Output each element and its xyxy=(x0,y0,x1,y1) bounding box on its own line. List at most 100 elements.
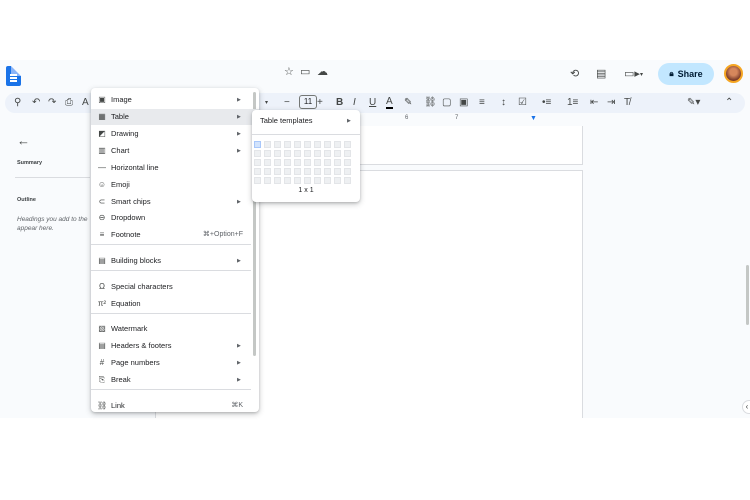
highlight-icon[interactable]: ✎ xyxy=(404,96,412,110)
table-grid-cell[interactable] xyxy=(314,168,321,175)
menu-item-footnote[interactable]: ≡ Footnote ⌘+Option+F xyxy=(91,227,259,243)
table-grid-cell[interactable] xyxy=(274,159,281,166)
menu-item-smart-chips[interactable]: ⊂ Smart chips ▶ xyxy=(91,194,259,210)
table-grid-cell[interactable] xyxy=(304,150,311,157)
collapse-icon[interactable]: ⌃ xyxy=(725,96,733,110)
menu-item-horizontal-line[interactable]: — Horizontal line xyxy=(91,160,259,176)
table-grid-cell[interactable] xyxy=(334,159,341,166)
table-grid-cell[interactable] xyxy=(284,141,291,148)
table-grid-cell[interactable] xyxy=(334,177,341,184)
menu-item-emoji[interactable]: ☺ Emoji xyxy=(91,177,259,193)
back-arrow-icon[interactable]: ← xyxy=(17,133,30,148)
table-grid-cell[interactable] xyxy=(274,168,281,175)
table-grid-cell[interactable] xyxy=(294,177,301,184)
align-icon[interactable]: ≡ xyxy=(479,96,485,110)
table-grid-cell[interactable] xyxy=(264,168,271,175)
table-grid-cell[interactable] xyxy=(254,159,261,166)
menu-item-break[interactable]: ⎘ Break ▶ xyxy=(91,372,259,388)
video-call-dropdown-icon[interactable]: ▾ xyxy=(640,68,643,82)
italic-icon[interactable]: I xyxy=(353,96,356,110)
table-grid-cell[interactable] xyxy=(304,177,311,184)
scrollbar[interactable] xyxy=(746,265,749,325)
bullet-list-icon[interactable]: •≡ xyxy=(542,96,551,110)
table-grid-cell[interactable] xyxy=(304,159,311,166)
menu-item-dropdown[interactable]: ⊖ Dropdown xyxy=(91,210,259,226)
table-grid-cell[interactable] xyxy=(324,141,331,148)
table-grid-cell[interactable] xyxy=(344,177,351,184)
table-grid-cell[interactable] xyxy=(294,141,301,148)
menu-item-link[interactable]: ⛓ Link ⌘K xyxy=(91,398,259,412)
table-grid-cell[interactable] xyxy=(304,141,311,148)
table-grid-cell[interactable] xyxy=(344,150,351,157)
menu-item-page-numbers[interactable]: # Page numbers ▶ xyxy=(91,355,259,371)
table-grid-cell[interactable] xyxy=(344,141,351,148)
table-grid-cell[interactable] xyxy=(294,168,301,175)
line-spacing-icon[interactable]: ↕ xyxy=(501,96,506,110)
side-panel-toggle-icon[interactable]: ‹ xyxy=(742,400,750,414)
font-size-input[interactable]: 11 xyxy=(299,95,317,109)
menu-item-drawing[interactable]: ◩ Drawing ▶ xyxy=(91,126,259,142)
table-grid-cell[interactable] xyxy=(324,168,331,175)
search-icon[interactable]: ⚲ xyxy=(14,96,21,110)
comment-icon[interactable]: ▤ xyxy=(596,67,606,81)
redo-icon[interactable]: ↷ xyxy=(48,96,56,110)
menu-item-watermark[interactable]: ▧ Watermark xyxy=(91,321,259,337)
table-grid-cell[interactable] xyxy=(274,177,281,184)
table-grid-cell[interactable] xyxy=(334,150,341,157)
decrease-indent-icon[interactable]: ⇤ xyxy=(590,96,598,110)
table-grid-cell[interactable] xyxy=(284,168,291,175)
table-grid-cell[interactable] xyxy=(254,168,261,175)
table-grid-cell[interactable] xyxy=(264,177,271,184)
table-grid-cell[interactable] xyxy=(284,150,291,157)
video-call-icon[interactable]: ▭▸ xyxy=(624,67,640,81)
table-grid-cell[interactable] xyxy=(294,159,301,166)
table-grid-cell[interactable] xyxy=(344,168,351,175)
table-grid-cell[interactable] xyxy=(254,177,261,184)
decrease-font-icon[interactable]: − xyxy=(284,96,290,110)
table-grid-cell[interactable] xyxy=(334,168,341,175)
cloud-saved-icon[interactable]: ☁ xyxy=(317,65,328,79)
table-grid-cell[interactable] xyxy=(274,150,281,157)
checklist-icon[interactable]: ☑ xyxy=(518,96,527,110)
table-grid-cell[interactable] xyxy=(314,177,321,184)
menu-item-image[interactable]: ▣ Image ▶ xyxy=(91,92,259,108)
text-color-icon[interactable]: A xyxy=(386,96,393,109)
table-grid-cell[interactable] xyxy=(314,141,321,148)
menu-item-building-blocks[interactable]: ▤ Building blocks ▶ xyxy=(91,253,259,269)
comment-add-icon[interactable]: ▢ xyxy=(442,96,451,110)
table-grid-cell[interactable] xyxy=(274,141,281,148)
menu-item-special-characters[interactable]: Ω Special characters xyxy=(91,279,259,295)
docs-logo[interactable] xyxy=(6,66,21,86)
link-icon[interactable]: ⛓ xyxy=(424,96,437,110)
history-icon[interactable]: ⟲ xyxy=(570,67,579,81)
menu-item-headers-footers[interactable]: ▤ Headers & footers ▶ xyxy=(91,338,259,354)
image-icon[interactable]: ▣ xyxy=(459,96,468,110)
avatar[interactable] xyxy=(724,64,743,83)
increase-indent-icon[interactable]: ⇥ xyxy=(607,96,615,110)
menu-item-chart[interactable]: ▥ Chart ▶ xyxy=(91,143,259,159)
table-grid-cell[interactable] xyxy=(264,141,271,148)
print-icon[interactable]: ⎙ xyxy=(65,96,73,110)
increase-font-icon[interactable]: + xyxy=(317,96,323,110)
menu-item-table[interactable]: ▦ Table ▶ xyxy=(91,109,259,125)
font-dropdown-icon[interactable]: ▾ xyxy=(265,96,268,110)
edit-mode-icon[interactable]: ✎▾ xyxy=(687,96,700,110)
share-button[interactable]: 🔒︎ Share xyxy=(658,63,714,85)
table-templates-item[interactable]: Table templates xyxy=(260,115,313,127)
move-folder-icon[interactable]: ▭ xyxy=(300,65,310,79)
table-grid-cell[interactable] xyxy=(304,168,311,175)
table-grid-cell[interactable] xyxy=(314,159,321,166)
spellcheck-icon[interactable]: A xyxy=(82,96,89,110)
table-grid-cell[interactable] xyxy=(324,177,331,184)
underline-icon[interactable]: U xyxy=(369,96,376,110)
star-icon[interactable]: ☆ xyxy=(284,65,294,79)
table-grid-cell[interactable] xyxy=(254,141,261,148)
table-grid-cell[interactable] xyxy=(294,150,301,157)
menu-item-equation[interactable]: π² Equation xyxy=(91,296,259,312)
undo-icon[interactable]: ↶ xyxy=(32,96,40,110)
table-grid-cell[interactable] xyxy=(324,159,331,166)
table-grid-cell[interactable] xyxy=(284,159,291,166)
table-grid-cell[interactable] xyxy=(314,150,321,157)
table-grid-cell[interactable] xyxy=(334,141,341,148)
table-size-grid[interactable] xyxy=(254,141,358,185)
